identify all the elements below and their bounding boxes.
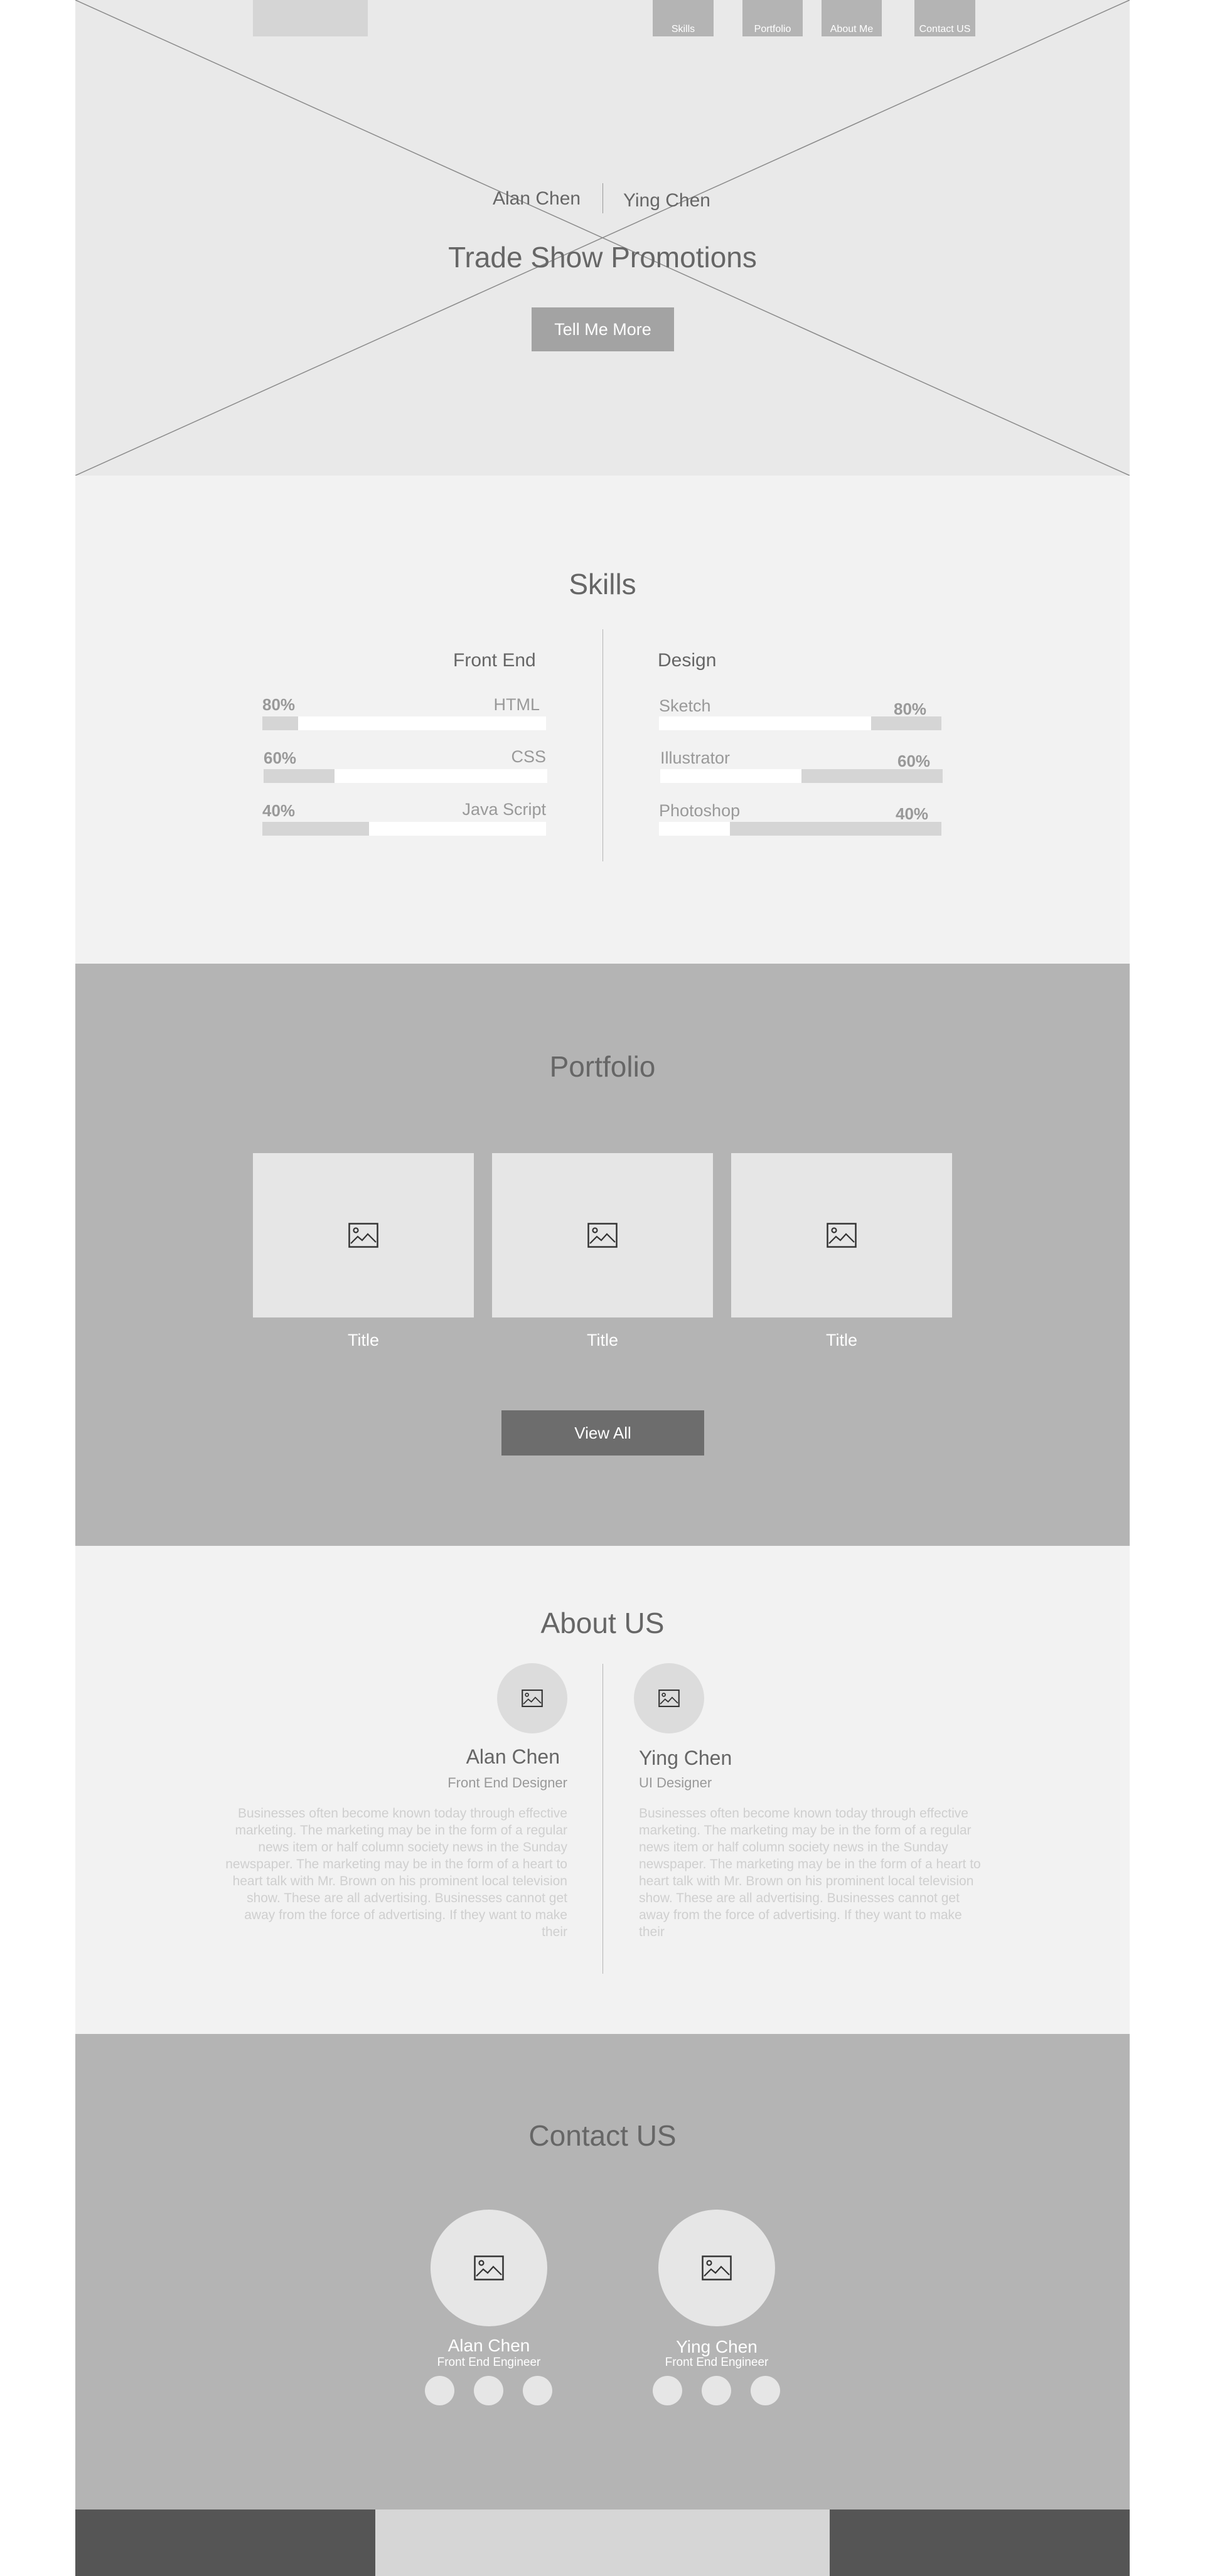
about-role-right: UI Designer [639, 1775, 712, 1791]
image-placeholder-icon [587, 1223, 618, 1248]
about-avatar-right [634, 1663, 704, 1733]
nav-portfolio[interactable]: Portfolio [742, 0, 803, 36]
hero-placeholder-cross [75, 0, 1130, 476]
skill-bar [264, 769, 547, 783]
about-bio-right: Businesses often become known today thro… [639, 1806, 981, 1939]
social-icon[interactable] [474, 2376, 503, 2405]
skill-bar [660, 769, 943, 783]
nav-about-me[interactable]: About Me [822, 0, 882, 36]
about-title: About US [540, 1607, 665, 1639]
front-end-heading: Front End [453, 650, 536, 671]
hero-name-left: Alan Chen [493, 188, 581, 209]
skill-bar [262, 716, 546, 730]
skill-name: Java Script [462, 800, 546, 819]
skill-name: HTML [493, 695, 540, 714]
skill-bar-fill [262, 822, 369, 836]
skill-name: Photoshop [659, 801, 741, 820]
skill-name: Illustrator [660, 748, 731, 767]
skill-bar-fill [729, 822, 941, 836]
about-section: About US Alan Chen Front End Designer Bu… [75, 1546, 1130, 2034]
image-placeholder-icon [348, 1223, 378, 1248]
social-icon[interactable] [751, 2376, 780, 2405]
portfolio-card-title[interactable]: Title [731, 1331, 952, 1350]
social-icon[interactable] [425, 2376, 454, 2405]
about-name-right: Ying Chen [639, 1747, 732, 1769]
nav-contact-us[interactable]: Contact US [914, 0, 975, 36]
image-placeholder-icon [827, 1223, 857, 1248]
contact-name-right: Ying Chen [676, 2337, 758, 2356]
social-icon[interactable] [702, 2376, 731, 2405]
skills-divider [602, 629, 603, 861]
about-divider [602, 1664, 603, 1974]
portfolio-title: Portfolio [549, 1050, 656, 1083]
contact-section: Contact US Alan Chen Front End Engineer … [75, 2034, 1130, 2509]
skill-name: CSS [511, 747, 546, 766]
footer [75, 2509, 1130, 2576]
portfolio-card-image[interactable] [731, 1153, 952, 1317]
skills-section: Skills Front End Design 80% HTML 60% CSS… [75, 476, 1130, 964]
contact-title: Contact US [528, 2119, 677, 2152]
hero-title: Trade Show Promotions [448, 241, 757, 274]
skill-percent: 40% [262, 801, 296, 820]
portfolio-card-image[interactable] [492, 1153, 713, 1317]
social-icon[interactable] [523, 2376, 552, 2405]
view-all-button[interactable]: View All [501, 1410, 704, 1456]
contact-role-left: Front End Engineer [437, 2356, 541, 2369]
image-placeholder-icon [702, 2255, 732, 2281]
contact-role-right: Front End Engineer [665, 2356, 769, 2369]
image-placeholder-icon [474, 2255, 504, 2281]
skill-name: Sketch [659, 696, 711, 715]
about-name-left: Alan Chen [466, 1745, 560, 1768]
design-heading: Design [658, 650, 717, 671]
skill-bar [262, 822, 546, 836]
skill-percent: 40% [896, 804, 929, 823]
hero-section: Skills Portfolio About Me Contact US Ala… [75, 0, 1130, 476]
portfolio-card-image[interactable] [253, 1153, 474, 1317]
portfolio-section: Portfolio Title Title Title View All [75, 964, 1130, 1546]
skill-bar-fill [801, 769, 943, 783]
skill-percent: 80% [262, 695, 296, 714]
image-placeholder-icon [522, 1690, 543, 1707]
about-role-left: Front End Designer [447, 1775, 567, 1791]
hero-divider [602, 183, 603, 213]
skill-bar-fill [264, 769, 335, 783]
contact-avatar-right [658, 2210, 775, 2326]
skill-bar-fill [870, 716, 941, 730]
page: Skills Portfolio About Me Contact US Ala… [75, 0, 1130, 2576]
social-icon[interactable] [653, 2376, 682, 2405]
logo-placeholder[interactable] [253, 0, 368, 36]
hero-name-right: Ying Chen [623, 190, 710, 211]
footer-placeholder [375, 2509, 830, 2576]
about-bio-left: Businesses often become known today thro… [225, 1806, 567, 1939]
skill-bar [659, 822, 941, 836]
skill-bar-fill [262, 716, 298, 730]
contact-name-left: Alan Chen [447, 2336, 530, 2355]
portfolio-card-title[interactable]: Title [492, 1331, 713, 1350]
nav-skills[interactable]: Skills [653, 0, 714, 36]
about-avatar-left [497, 1663, 567, 1733]
contact-avatar-left [431, 2210, 547, 2326]
skill-percent: 60% [264, 748, 297, 767]
portfolio-card-title[interactable]: Title [253, 1331, 474, 1350]
tell-me-more-button[interactable]: Tell Me More [532, 307, 674, 351]
image-placeholder-icon [658, 1690, 680, 1707]
skill-bar [659, 716, 941, 730]
skill-percent: 60% [897, 752, 931, 770]
skills-title: Skills [569, 568, 636, 600]
